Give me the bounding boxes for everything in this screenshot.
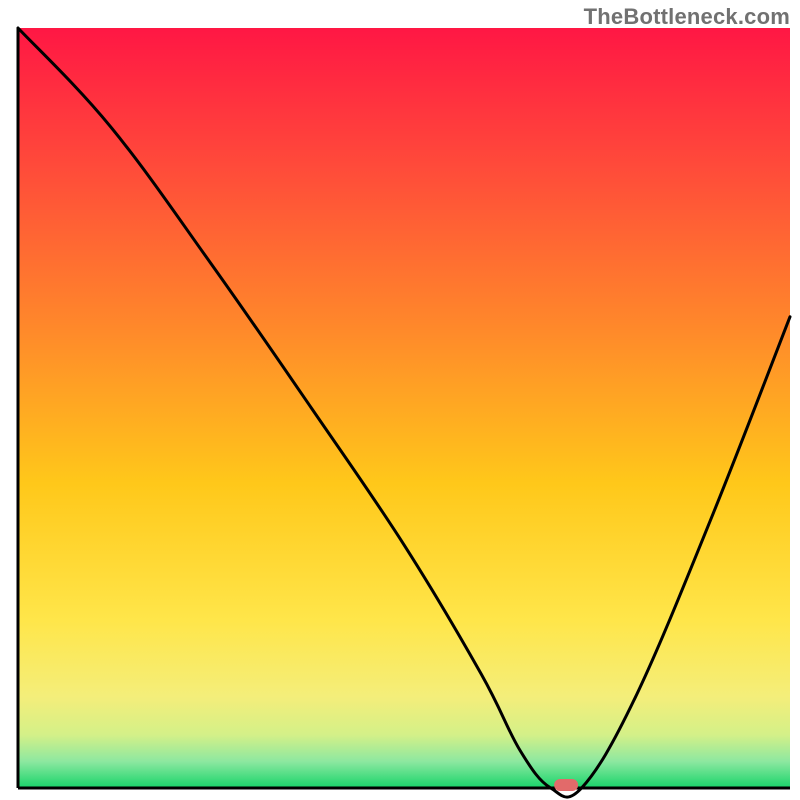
- gradient-background: [18, 28, 790, 788]
- chart-container: { "watermark": "TheBottleneck.com", "cha…: [0, 0, 800, 800]
- chart-svg: [0, 0, 800, 800]
- optimal-point-marker: [554, 779, 578, 791]
